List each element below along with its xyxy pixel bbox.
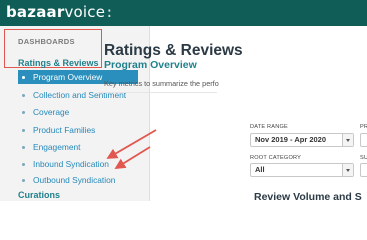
- nav-label: Coverage: [33, 107, 70, 117]
- page-description: Key metrics to summarize the perfo: [104, 79, 219, 88]
- app-root: bazaarvoice: DASHBOARDS Ratings & Review…: [0, 0, 367, 201]
- chevron-down-icon: [342, 164, 353, 176]
- divider: [98, 92, 217, 93]
- nav-engagement[interactable]: Engagement: [18, 140, 138, 154]
- section-heading: Review Volume and S: [254, 191, 362, 201]
- nav-label: Product Families: [33, 125, 96, 135]
- nav-label: Inbound Syndication: [33, 159, 109, 169]
- nav-label: Program Overview: [33, 72, 103, 82]
- nav-product-families[interactable]: Product Families: [18, 123, 138, 137]
- top-bar: bazaarvoice:: [0, 0, 367, 26]
- nav-coverage[interactable]: Coverage: [18, 105, 138, 119]
- bullet-icon: [22, 163, 25, 166]
- page-title: Ratings & Reviews: [104, 42, 243, 59]
- bullet-icon: [22, 179, 25, 182]
- root-category-value: All: [255, 165, 265, 174]
- filter-col2-label-2: SU: [360, 155, 367, 161]
- root-category-label: ROOT CATEGORY: [250, 155, 302, 161]
- chevron-down-icon: [342, 134, 353, 146]
- nav-label: Engagement: [33, 142, 81, 152]
- bullet-icon: [22, 111, 25, 114]
- bullet-icon: [22, 146, 25, 149]
- bullet-icon: [22, 129, 25, 132]
- section-curations[interactable]: Curations: [18, 190, 60, 200]
- nav-outbound-syndication[interactable]: Outbound Syndication: [18, 173, 138, 187]
- dashboards-label: DASHBOARDS: [18, 37, 75, 46]
- bullet-icon: [22, 94, 25, 97]
- nav-collection-and-sentiment[interactable]: Collection and Sentiment: [18, 88, 138, 102]
- logo-bold-text: bazaar: [6, 3, 65, 21]
- filter-col2-select[interactable]: [360, 133, 367, 147]
- logo-colon: :: [105, 5, 114, 21]
- page-subtitle: Program Overview: [104, 59, 197, 71]
- date-range-label: DATE RANGE: [250, 124, 288, 130]
- bullet-icon: [22, 76, 25, 79]
- root-category-select[interactable]: All: [250, 163, 354, 177]
- nav-label: Outbound Syndication: [33, 175, 116, 185]
- filter-col2-label: PR: [360, 124, 367, 130]
- bazaarvoice-logo[interactable]: bazaarvoice:: [6, 2, 114, 23]
- filter-col2-select-2[interactable]: [360, 163, 367, 177]
- nav-inbound-syndication[interactable]: Inbound Syndication: [18, 157, 138, 171]
- date-range-select[interactable]: Nov 2019 - Apr 2020: [250, 133, 354, 147]
- date-range-value: Nov 2019 - Apr 2020: [255, 135, 327, 144]
- section-ratings-reviews[interactable]: Ratings & Reviews: [18, 58, 99, 68]
- logo-light-text: voice: [64, 3, 106, 21]
